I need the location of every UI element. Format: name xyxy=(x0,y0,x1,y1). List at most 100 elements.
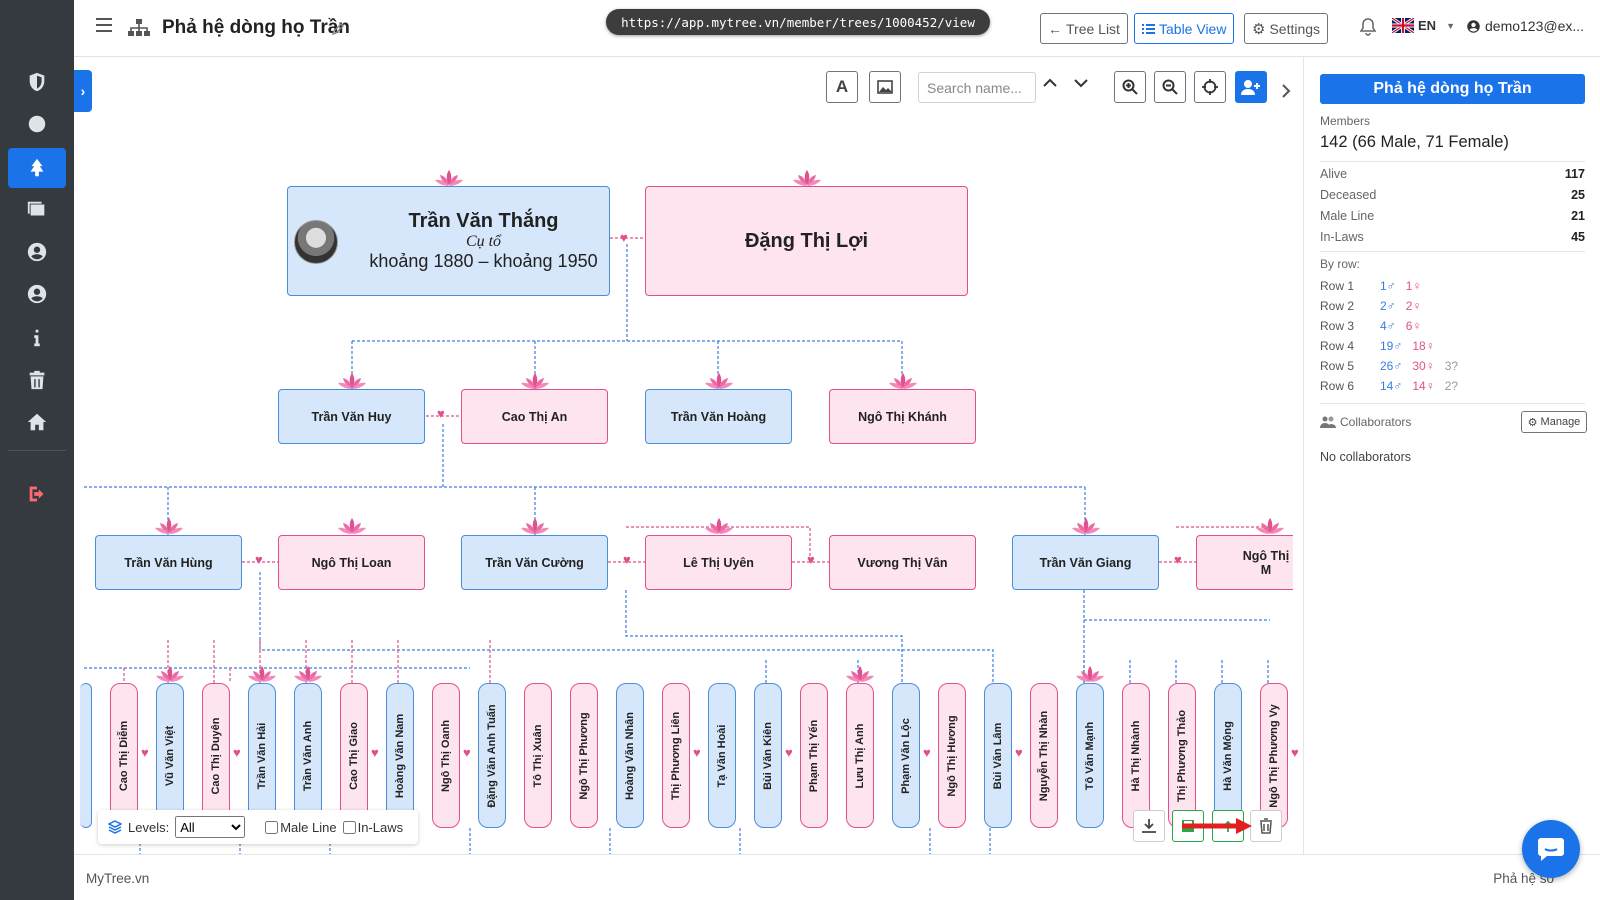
member-card-gen4[interactable]: Thị Phương Thảo xyxy=(1168,683,1196,828)
member-card-gen4[interactable]: Đặng Văn Anh Tuấn xyxy=(478,683,506,828)
lotus-icon xyxy=(793,170,821,186)
member-card-gen3[interactable]: Vương Thị Vân xyxy=(829,535,976,590)
sidebar-item-circle[interactable] xyxy=(8,104,66,144)
member-card-gen4[interactable]: Cao Thị Giao xyxy=(340,683,368,828)
root-spouse-card[interactable]: Đặng Thị Lợi xyxy=(645,186,968,296)
member-card-gen2[interactable]: Ngô Thị Khánh xyxy=(829,389,976,444)
heart-icon: ♥ xyxy=(807,552,815,567)
export-image-button[interactable] xyxy=(869,71,901,103)
trash-icon xyxy=(1260,818,1272,834)
member-card-gen4[interactable]: Ngô Thị Phương xyxy=(570,683,598,828)
row-unknown-count: 3? xyxy=(1444,359,1459,373)
member-card-gen3[interactable]: Lê Thị Uyên xyxy=(645,535,792,590)
hamburger-menu-icon[interactable] xyxy=(96,18,112,32)
member-card-gen4[interactable]: Tạ Văn Hoài xyxy=(708,683,736,828)
levels-select[interactable]: All xyxy=(175,816,246,838)
member-card-gen4[interactable]: Bùi Văn Lâm xyxy=(984,683,1012,828)
member-card-gen4[interactable]: Cao Thị Duyên xyxy=(202,683,230,828)
sidebar-item-user-2[interactable] xyxy=(8,274,66,314)
member-card-gen4[interactable]: Lưu Thị Anh xyxy=(846,683,874,828)
root-member-card[interactable]: Trần Văn Thắng Cụ tổ khoảng 1880 – khoản… xyxy=(287,186,610,296)
settings-button[interactable]: ⚙ Settings xyxy=(1244,13,1329,44)
member-card-gen4[interactable]: Hà Thị Nhành xyxy=(1122,683,1150,828)
chevron-up-icon[interactable] xyxy=(1043,78,1057,88)
stat-row-alive: Alive 117 xyxy=(1320,167,1585,181)
sidebar-item-home[interactable] xyxy=(8,402,66,442)
member-name: Thị Phương Liên xyxy=(670,711,682,800)
zoom-in-button[interactable] xyxy=(1114,71,1146,103)
sidebar-item-logout[interactable] xyxy=(8,474,66,514)
member-card-gen2[interactable]: Trần Văn Huy xyxy=(278,389,425,444)
sidebar-item-tree[interactable] xyxy=(8,148,66,188)
member-card-gen4[interactable]: Ngô Thị Hương xyxy=(938,683,966,828)
collaborators-label: Collaborators xyxy=(1340,415,1412,429)
table-view-button[interactable]: Table View xyxy=(1134,13,1235,44)
sidebar-divider xyxy=(8,450,66,451)
list-icon xyxy=(1142,23,1155,34)
chevron-down-icon[interactable] xyxy=(1074,78,1088,88)
heart-icon: ♥ xyxy=(437,406,445,421)
stat-label: Male Line xyxy=(1320,209,1375,223)
sidebar-item-user-1[interactable] xyxy=(8,232,66,272)
member-card-gen4[interactable]: Ngô Thị Phương Vy xyxy=(1260,683,1288,828)
member-card-gen4[interactable]: Cao Thị Diễm xyxy=(110,683,138,828)
member-card-gen4[interactable]: Trần Văn Hải xyxy=(248,683,276,828)
member-card-gen4[interactable]: Vũ Văn Việt xyxy=(156,683,184,828)
heart-icon: ♥ xyxy=(1015,745,1023,760)
download-button[interactable] xyxy=(1133,810,1165,842)
in-laws-checkbox-label[interactable]: In-Laws xyxy=(342,820,403,835)
tree-list-button[interactable]: ← Tree List xyxy=(1040,13,1128,44)
sidebar-item-info[interactable] xyxy=(8,318,66,358)
member-card-gen3[interactable]: Trần Văn Giang xyxy=(1012,535,1159,590)
member-card-gen4[interactable]: Ngô Thị Oanh xyxy=(432,683,460,828)
member-card-gen4[interactable]: Thị Phương Liên xyxy=(662,683,690,828)
zoom-out-button[interactable] xyxy=(1154,71,1186,103)
member-card-gen4[interactable]: Trần Văn Anh xyxy=(294,683,322,828)
member-card-gen4[interactable]: Hoàng Văn Nhân xyxy=(616,683,644,828)
settings-label: Settings xyxy=(1269,20,1321,37)
member-card-gen2[interactable]: Trần Văn Hoàng xyxy=(645,389,792,444)
heart-icon: ♥ xyxy=(463,745,471,760)
shield-icon xyxy=(29,72,45,92)
member-name: Tô Văn Mạnh xyxy=(1084,721,1096,790)
sidebar-item-gallery[interactable] xyxy=(8,190,66,230)
bell-icon[interactable] xyxy=(1360,18,1376,36)
row-label: Row 2 xyxy=(1320,299,1355,313)
heart-icon: ♥ xyxy=(233,745,241,760)
expand-sidebar-tab[interactable]: › xyxy=(74,70,92,112)
sidebar-item-shield[interactable] xyxy=(8,62,66,102)
member-card-gen4[interactable]: Tô Thị Xuân xyxy=(524,683,552,828)
user-menu[interactable]: demo123@ex... xyxy=(1466,18,1584,34)
users-icon xyxy=(1320,416,1336,428)
member-card-gen4[interactable]: Tô Văn Mạnh xyxy=(1076,683,1104,828)
member-card-gen4[interactable]: Hà Văn Mộng xyxy=(1214,683,1242,828)
language-selector[interactable]: EN ▼ xyxy=(1392,18,1455,33)
stat-label: Deceased xyxy=(1320,188,1377,202)
search-name-input[interactable] xyxy=(918,72,1036,103)
member-card-gen3[interactable]: Ngô Thị Loan xyxy=(278,535,425,590)
chat-button[interactable] xyxy=(1522,820,1580,878)
footer-brand[interactable]: MyTree.vn xyxy=(86,871,149,886)
collapse-panel-button[interactable] xyxy=(1281,70,1293,112)
member-card-gen4[interactable]: Phạm Văn Lộc xyxy=(892,683,920,828)
lotus-icon xyxy=(846,666,874,682)
member-card-gen3[interactable]: Trần Văn Cường xyxy=(461,535,608,590)
in-laws-checkbox[interactable] xyxy=(342,820,356,834)
center-button[interactable] xyxy=(1194,71,1226,103)
male-line-checkbox[interactable] xyxy=(265,820,279,834)
sidebar-item-trash[interactable] xyxy=(8,360,66,400)
member-card-gen4[interactable]: Nguyễn Thị Nhàn xyxy=(1030,683,1058,828)
member-card-gen3[interactable]: Trần Văn Hùng xyxy=(95,535,242,590)
add-member-button[interactable] xyxy=(1235,71,1267,103)
member-card-gen4[interactable]: Bùi Văn Kiên xyxy=(754,683,782,828)
member-card-gen4[interactable]: Phạm Thị Yến xyxy=(800,683,828,828)
member-card-gen3[interactable]: Ngô Thị M xyxy=(1196,535,1293,590)
member-card-gen4[interactable]: Hoàng Văn Nam xyxy=(386,683,414,828)
member-card-gen4-partial[interactable] xyxy=(80,683,92,828)
member-card-gen2[interactable]: Cao Thị An xyxy=(461,389,608,444)
manage-collaborators-button[interactable]: ⚙ Manage xyxy=(1521,411,1587,433)
male-line-checkbox-label[interactable]: Male Line xyxy=(265,820,337,835)
panel-title[interactable]: Phả hệ dòng họ Trần xyxy=(1320,74,1585,104)
pencil-icon[interactable] xyxy=(332,22,345,35)
font-size-button[interactable]: A xyxy=(826,71,858,103)
